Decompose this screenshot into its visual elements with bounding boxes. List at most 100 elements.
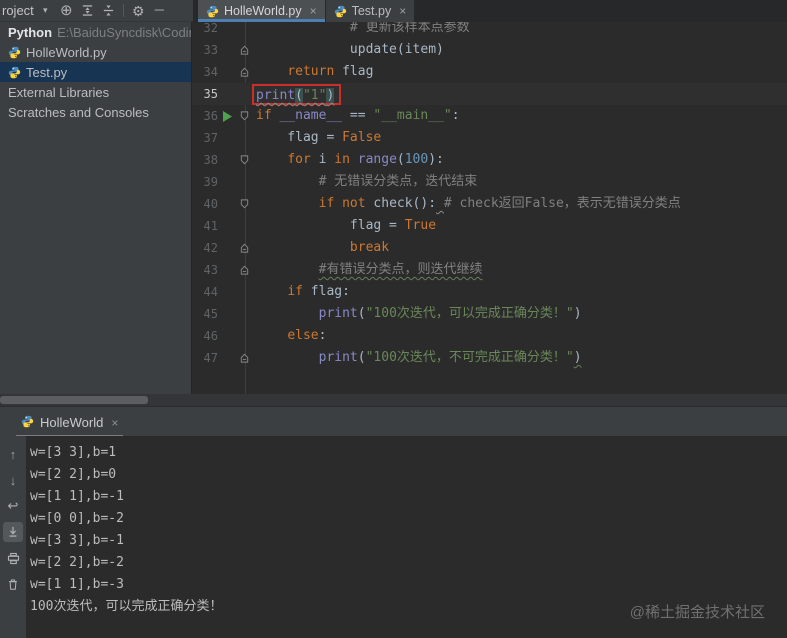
code-text: if not check(): # check返回False，表示无错误分类点 bbox=[318, 196, 681, 211]
code-line-35[interactable]: 35 print("1") bbox=[192, 83, 787, 105]
line-number: 45 bbox=[203, 307, 218, 321]
code-line-32[interactable]: 32 # 更新该样本点参数 bbox=[192, 22, 787, 39]
gutter-spacer bbox=[218, 193, 236, 215]
line-number: 46 bbox=[203, 329, 218, 343]
code-line-46[interactable]: 46 else: bbox=[192, 325, 787, 347]
code-line-37[interactable]: 37 flag = False bbox=[192, 127, 787, 149]
line-number: 42 bbox=[203, 241, 218, 255]
tree-item-label: Test.py bbox=[26, 64, 68, 80]
code-line-43[interactable]: 43 #有错误分类点，则迭代继续 bbox=[192, 259, 787, 281]
gutter-spacer bbox=[218, 149, 236, 171]
line-number: 34 bbox=[203, 65, 218, 79]
gutter-spacer bbox=[218, 39, 236, 61]
code-line-41[interactable]: 41 flag = True bbox=[192, 215, 787, 237]
caret-down-icon[interactable]: ▾ bbox=[35, 1, 56, 21]
console-toolbar-stripe: ↑ ↓ ↩ bbox=[0, 436, 26, 638]
printer-icon[interactable] bbox=[3, 548, 23, 568]
expand-all-icon[interactable] bbox=[77, 1, 98, 21]
watermark: @稀土掘金技术社区 bbox=[629, 604, 765, 621]
code-line-47[interactable]: 47 print("100次迭代，不可完成正确分类！") bbox=[192, 347, 787, 369]
code-line-34[interactable]: 34 return flag bbox=[192, 61, 787, 83]
collapse-all-icon[interactable] bbox=[98, 1, 119, 21]
project-root-row[interactable]: Python E:\BaiduSyncdisk\Codin bbox=[0, 22, 191, 42]
run-line-icon[interactable] bbox=[218, 105, 236, 127]
code-text: if __name__ == "__main__": bbox=[256, 108, 460, 123]
run-console-tab[interactable]: HolleWorld × bbox=[16, 410, 124, 437]
code-line-45[interactable]: 45 print("100次迭代，可以完成正确分类！") bbox=[192, 303, 787, 325]
editor-lines: 32 # 更新该样本点参数 33 update(item) 34 return fl… bbox=[192, 22, 787, 369]
code-editor[interactable]: 32 # 更新该样本点参数 33 update(item) 34 return fl… bbox=[192, 22, 787, 394]
fold-up-icon[interactable] bbox=[236, 347, 252, 369]
code-line-33[interactable]: 33 update(item) bbox=[192, 39, 787, 61]
tree-item-External Libraries[interactable]: External Libraries bbox=[0, 82, 191, 102]
code-line-42[interactable]: 42 break bbox=[192, 237, 787, 259]
tree-item-Test.py[interactable]: Test.py bbox=[0, 62, 191, 82]
tree-item-Scratches and Consoles[interactable]: Scratches and Consoles bbox=[0, 102, 191, 122]
gutter-spacer bbox=[218, 22, 236, 39]
code-line-44[interactable]: 44 if flag: bbox=[192, 281, 787, 303]
console-tab-close-icon[interactable]: × bbox=[111, 416, 118, 430]
line-number: 40 bbox=[203, 197, 218, 211]
console-output[interactable]: w=[3 3],b=1 w=[2 2],b=0 w=[1 1],b=-1 w=[0 0… bbox=[30, 442, 777, 618]
toolbar-divider bbox=[122, 4, 124, 17]
python-icon bbox=[21, 415, 34, 431]
gutter-spacer bbox=[218, 347, 236, 369]
console-line: w=[3 3],b=-1 bbox=[30, 533, 124, 548]
fold-up-icon[interactable] bbox=[236, 237, 252, 259]
arrow-up-icon[interactable]: ↑ bbox=[3, 444, 23, 464]
locate-icon[interactable]: ⊕ bbox=[56, 1, 77, 21]
python-icon bbox=[334, 5, 347, 18]
tab-label: HolleWorld.py bbox=[224, 4, 302, 18]
gutter-spacer bbox=[218, 259, 236, 281]
console-line: w=[3 3],b=1 bbox=[30, 445, 117, 460]
code-text: flag = False bbox=[256, 130, 382, 145]
code-line-36[interactable]: 36 if __name__ == "__main__": bbox=[192, 105, 787, 127]
line-number: 43 bbox=[203, 263, 218, 277]
fold-down-icon[interactable] bbox=[236, 193, 252, 215]
project-panel: Python E:\BaiduSyncdisk\Codin HolleWorld.p… bbox=[0, 22, 192, 394]
console-line: w=[0 0],b=-2 bbox=[30, 511, 124, 526]
code-line-39[interactable]: 39 # 无错误分类点，迭代结束 bbox=[192, 171, 787, 193]
project-tool-window-label[interactable]: roject bbox=[2, 3, 34, 18]
top-bar: roject ▾ ⊕ ⚙ ─ HolleWorld.py × Test.py × bbox=[0, 0, 787, 22]
fold-up-icon[interactable] bbox=[236, 61, 252, 83]
tab-close-icon[interactable]: × bbox=[310, 4, 317, 18]
minimize-icon[interactable]: ─ bbox=[149, 1, 170, 21]
pycharm-window: roject ▾ ⊕ ⚙ ─ HolleWorld.py × Test.py × Pytho… bbox=[0, 0, 787, 638]
console-line: w=[1 1],b=-1 bbox=[30, 489, 124, 504]
editor-tab-Test.py[interactable]: Test.py × bbox=[325, 0, 415, 22]
line-number: 39 bbox=[203, 175, 218, 189]
code-text: print("100次迭代，可以完成正确分类！") bbox=[318, 306, 582, 321]
python-icon bbox=[8, 46, 21, 59]
tab-close-icon[interactable]: × bbox=[399, 4, 406, 18]
panel-scrollbar-track bbox=[0, 394, 787, 406]
arrow-down-icon[interactable]: ↓ bbox=[3, 470, 23, 490]
code-line-38[interactable]: 38 for i in range(100): bbox=[192, 149, 787, 171]
fold-up-icon[interactable] bbox=[236, 39, 252, 61]
code-text: update(item) bbox=[349, 42, 444, 57]
tree-item-HolleWorld.py[interactable]: HolleWorld.py bbox=[0, 42, 191, 62]
gutter-spacer bbox=[218, 61, 236, 83]
line-number: 47 bbox=[203, 351, 218, 365]
fold-down-icon[interactable] bbox=[236, 149, 252, 171]
code-text: # 更新该样本点参数 bbox=[349, 22, 470, 35]
editor-tab-HolleWorld.py[interactable]: HolleWorld.py × bbox=[198, 0, 325, 22]
project-toolbar: roject ▾ ⊕ ⚙ ─ bbox=[0, 0, 193, 22]
console-line: w=[2 2],b=0 bbox=[30, 467, 117, 482]
tree-item-label: External Libraries bbox=[8, 84, 110, 100]
code-line-40[interactable]: 40 if not check(): # check返回False，表示无错误分… bbox=[192, 193, 787, 215]
scroll-end-icon[interactable] bbox=[3, 522, 23, 542]
python-icon bbox=[206, 5, 219, 18]
fold-up-icon[interactable] bbox=[236, 259, 252, 281]
tab-label: Test.py bbox=[351, 4, 392, 18]
settings-icon[interactable]: ⚙ bbox=[128, 1, 149, 21]
trash-icon[interactable] bbox=[3, 574, 23, 594]
gutter-spacer bbox=[218, 127, 236, 149]
panel-scrollbar-thumb[interactable] bbox=[0, 396, 148, 404]
soft-wrap-icon[interactable]: ↩ bbox=[3, 496, 23, 516]
editor-tab-bar: HolleWorld.py × Test.py × bbox=[193, 0, 787, 22]
fold-down-icon[interactable] bbox=[236, 105, 252, 127]
